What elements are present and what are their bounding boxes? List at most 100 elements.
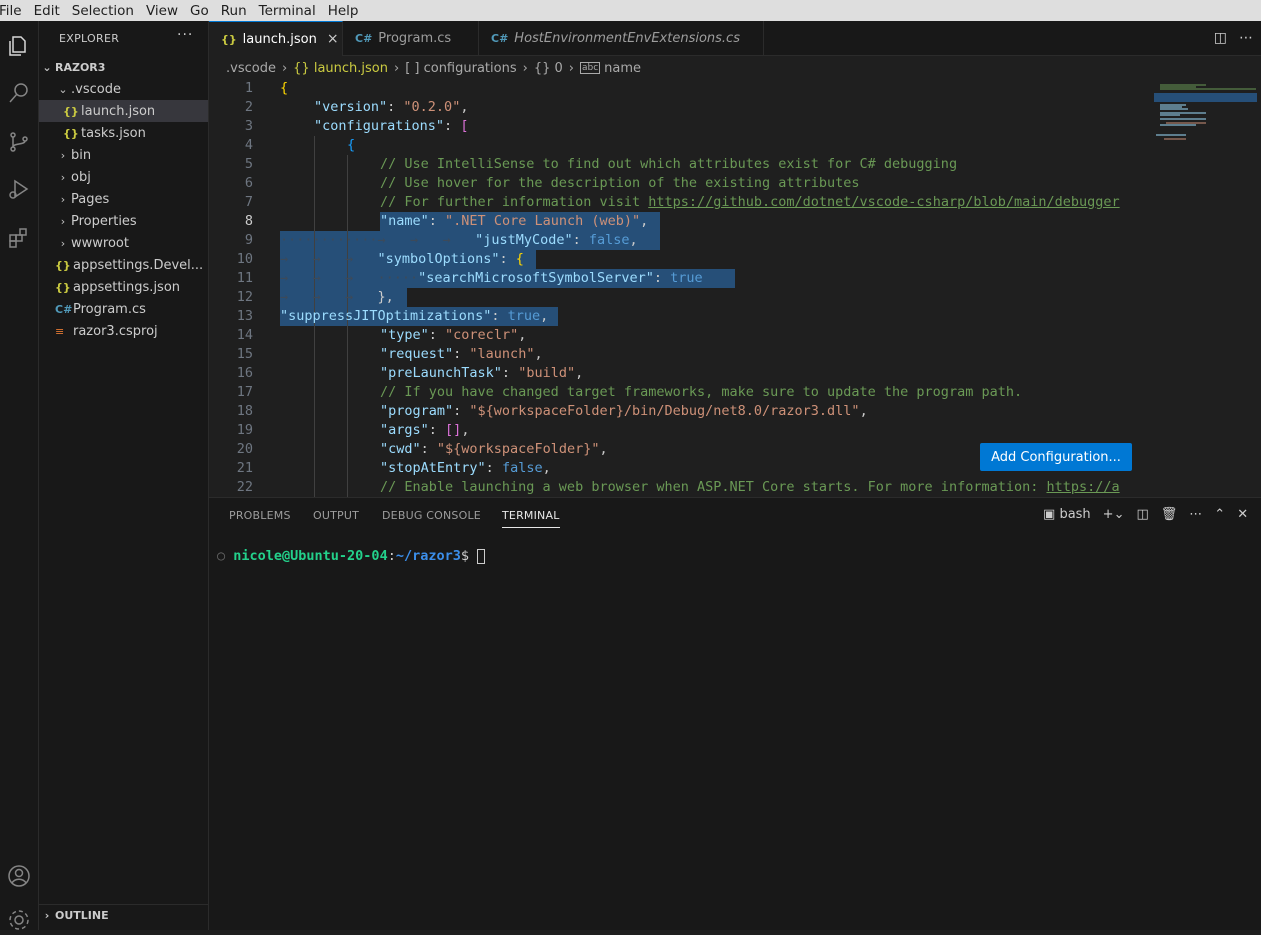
menu-selection[interactable]: Selection <box>72 3 140 19</box>
tree-folder-properties[interactable]: › Properties <box>39 210 208 232</box>
code-line: "name": ".NET Core Launch (web)", <box>380 213 649 229</box>
line-number: 10 <box>236 251 253 267</box>
tree-file-appsettings[interactable]: {} appsettings.json <box>39 276 208 298</box>
menu-run[interactable]: Run <box>221 3 253 19</box>
add-configuration-button[interactable]: Add Configuration... <box>980 443 1132 471</box>
tree-file-launch-json[interactable]: {} launch.json <box>39 100 208 122</box>
breadcrumb-item[interactable]: [ ] configurations <box>405 61 516 76</box>
tab-output[interactable]: OUTPUT <box>313 509 359 522</box>
tab-launch-json[interactable]: {} launch.json × <box>209 21 343 56</box>
line-number: 12 <box>236 289 253 305</box>
search-icon[interactable] <box>4 78 34 108</box>
tree-folder-pages[interactable]: › Pages <box>39 188 208 210</box>
line-number: 16 <box>236 365 253 381</box>
code-line: { <box>347 137 356 153</box>
menu-file[interactable]: File <box>0 3 28 19</box>
code-line: "stopAtEntry": false, <box>380 460 551 476</box>
minimap-preview <box>1154 84 1257 140</box>
tree-folder-obj[interactable]: › obj <box>39 166 208 188</box>
outline-section[interactable]: › OUTLINE <box>39 904 208 926</box>
workspace-root[interactable]: ⌄ RAZOR3 <box>39 56 208 78</box>
breadcrumb-item[interactable]: {} 0 <box>534 61 563 76</box>
menu-edit[interactable]: Edit <box>34 3 66 19</box>
code-line: → → → ·····"searchMicrosoftSymbolServer"… <box>280 270 703 286</box>
link[interactable]: https://a <box>1046 479 1119 495</box>
tree-file-tasks-json[interactable]: {} tasks.json <box>39 122 208 144</box>
code-line: → → → "symbolOptions": { <box>280 251 524 267</box>
tree-folder-wwwroot[interactable]: › wwwroot <box>39 232 208 254</box>
tree-file-appsettings-dev[interactable]: {} appsettings.Devel... <box>39 254 208 276</box>
split-editor-icon[interactable]: ◫ <box>1214 30 1227 46</box>
code-editor[interactable]: 1 2 3 4 5 6 7 8 9 10 11 12 13 14 15 16 1… <box>209 79 1261 497</box>
tab-problems[interactable]: PROBLEMS <box>229 509 291 522</box>
code-line: "type": "coreclr", <box>380 327 527 343</box>
line-number: 11 <box>236 270 253 286</box>
chevron-right-icon: › <box>60 170 66 184</box>
menu-terminal[interactable]: Terminal <box>259 3 322 19</box>
bottom-panel: PROBLEMS OUTPUT DEBUG CONSOLE TERMINAL ▣… <box>209 497 1261 930</box>
code-line: "cwd": "${workspaceFolder}", <box>380 441 608 457</box>
terminal-marker-icon: ○ <box>217 548 234 564</box>
tab-debug-console[interactable]: DEBUG CONSOLE <box>382 509 481 522</box>
line-number: 22 <box>236 479 253 495</box>
chevron-right-icon: › <box>60 236 66 250</box>
json-icon: {} <box>63 104 79 118</box>
breadcrumb-item[interactable]: .vscode <box>226 61 276 76</box>
prompt-user: nicole@Ubuntu-20-04 <box>233 548 388 564</box>
chevron-right-icon: › <box>60 192 66 206</box>
line-number: 2 <box>244 99 253 115</box>
prompt-path: ~/razor3 <box>395 548 461 564</box>
add-terminal-icon[interactable]: +⌄ <box>1103 507 1125 522</box>
string-symbol-icon: abc <box>579 62 601 74</box>
source-control-icon[interactable] <box>4 127 34 157</box>
line-number: 13 <box>236 308 253 324</box>
json-icon: {} <box>55 258 71 272</box>
line-number: 8 <box>244 213 253 229</box>
trash-icon[interactable]: 🗑 <box>1161 507 1178 522</box>
code-line: → → → }, <box>280 289 394 305</box>
more-actions-icon[interactable]: ⋯ <box>1189 507 1202 522</box>
code-line: "preLaunchTask": "build", <box>380 365 584 381</box>
tab-program-cs[interactable]: C# Program.cs <box>343 21 479 56</box>
more-actions-icon[interactable]: ··· <box>177 27 193 43</box>
run-debug-icon[interactable] <box>4 174 34 204</box>
explorer-icon[interactable] <box>4 31 34 61</box>
terminal-shell[interactable]: ▣ bash <box>1043 507 1091 522</box>
account-icon[interactable] <box>4 861 34 891</box>
more-actions-icon[interactable]: ⋯ <box>1239 30 1253 46</box>
tree-folder-bin[interactable]: › bin <box>39 144 208 166</box>
breadcrumb: .vscode › {} launch.json › [ ] configurati… <box>226 60 642 76</box>
breadcrumb-item[interactable]: name <box>604 61 641 76</box>
json-icon: {} <box>63 126 79 140</box>
menu-view[interactable]: View <box>146 3 184 19</box>
code-line: ············→ → → "justMyCode": false, <box>280 232 638 248</box>
explorer-title: EXPLORER <box>59 32 120 45</box>
tree-file-csproj[interactable]: ≡ razor3.csproj <box>39 320 208 342</box>
line-number: 19 <box>236 422 253 438</box>
breadcrumb-item[interactable]: {} launch.json <box>293 61 388 76</box>
menu-go[interactable]: Go <box>190 3 215 19</box>
minimap[interactable] <box>1146 79 1261 497</box>
json-icon: {} <box>221 32 237 46</box>
tab-actions: ◫ ⋯ <box>1214 30 1253 46</box>
tree-file-program-cs[interactable]: C# Program.cs <box>39 298 208 320</box>
terminal-output[interactable]: ○ nicole@Ubuntu-20-04:~/razor3$ <box>217 548 486 564</box>
split-terminal-icon[interactable]: ◫ <box>1136 507 1148 522</box>
csharp-icon: C# <box>355 32 373 45</box>
maximize-panel-icon[interactable]: ⌃ <box>1214 507 1225 522</box>
line-number: 4 <box>244 137 253 153</box>
tree-folder-vscode[interactable]: ⌄ .vscode <box>39 78 208 100</box>
menu-help[interactable]: Help <box>328 3 365 19</box>
gear-icon[interactable] <box>4 905 34 935</box>
menu-bar: File Edit Selection View Go Run Terminal… <box>0 0 1261 21</box>
code-line: "suppressJITOptimizations": true, <box>280 308 549 324</box>
link[interactable]: https://github.com/dotnet/vscode-csharp/… <box>648 194 1119 210</box>
tab-terminal[interactable]: TERMINAL <box>502 509 560 528</box>
tab-host-environment[interactable]: C# HostEnvironmentEnvExtensions.cs <box>479 21 764 56</box>
extensions-icon[interactable] <box>4 223 34 253</box>
line-number: 14 <box>236 327 253 343</box>
close-panel-icon[interactable]: ✕ <box>1237 507 1248 522</box>
close-icon[interactable]: × <box>327 31 339 47</box>
code-comment: // Use hover for the description of the … <box>380 175 860 191</box>
code-comment: // Enable launching a web browser when A… <box>380 479 1120 495</box>
